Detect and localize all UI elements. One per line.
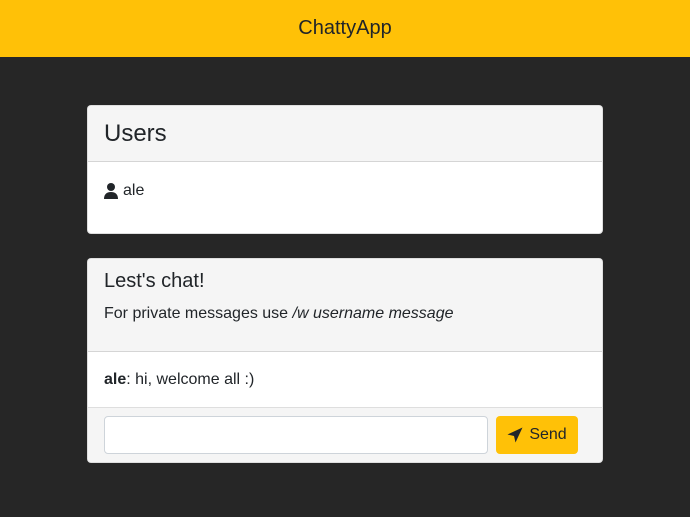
paper-plane-icon xyxy=(507,427,523,443)
chat-subtitle-prefix: For private messages use xyxy=(104,305,293,322)
chat-card: Lest's chat! For private messages use /w… xyxy=(87,258,603,463)
user-list-item: ale xyxy=(104,181,586,201)
chat-card-header: Lest's chat! For private messages use /w… xyxy=(88,259,602,352)
user-icon xyxy=(104,183,118,199)
message-input[interactable] xyxy=(104,416,488,454)
chat-subtitle: For private messages use /w username mes… xyxy=(104,305,586,323)
users-card-header: Users xyxy=(88,106,602,162)
message-item: ale: hi, welcome all :) xyxy=(104,371,586,389)
message-list: ale: hi, welcome all :) xyxy=(88,352,602,408)
chat-subtitle-command: /w username message xyxy=(292,305,454,322)
message-text: : hi, welcome all :) xyxy=(126,371,255,388)
chat-title: Lest's chat! xyxy=(104,270,205,292)
chat-input-bar: Send xyxy=(88,408,602,462)
send-button-label: Send xyxy=(529,426,567,443)
users-list: ale xyxy=(88,162,602,201)
app-brand[interactable]: ChattyApp xyxy=(298,17,391,40)
send-button[interactable]: Send xyxy=(496,416,578,454)
users-title: Users xyxy=(104,119,167,147)
message-author: ale xyxy=(104,371,127,388)
users-card: Users ale xyxy=(87,105,603,234)
user-name: ale xyxy=(123,182,145,199)
navbar: ChattyApp xyxy=(0,0,690,57)
